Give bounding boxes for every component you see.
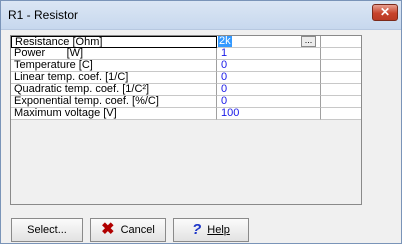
property-name: Quadratic temp. coef. [1/C²] bbox=[11, 84, 217, 96]
property-row-maximum-voltage[interactable]: Maximum voltage [V] 100 bbox=[11, 108, 361, 120]
property-extra-cell bbox=[321, 108, 361, 120]
close-button[interactable]: ✕ bbox=[372, 4, 398, 21]
select-button-label: Select... bbox=[27, 224, 67, 236]
property-name: Resistance [Ohm] bbox=[11, 36, 217, 48]
property-extra-cell bbox=[321, 48, 361, 60]
property-value[interactable]: 2k ... bbox=[217, 36, 321, 48]
property-value[interactable]: 100 bbox=[217, 108, 321, 120]
help-button-label: Help bbox=[207, 224, 230, 236]
property-value[interactable]: 1 bbox=[217, 48, 321, 60]
resistance-value-input[interactable]: 2k bbox=[218, 36, 232, 47]
property-row-temperature[interactable]: Temperature [C] 0 bbox=[11, 60, 361, 72]
property-grid: Resistance [Ohm] 2k ... Power [W] 1 Temp… bbox=[10, 35, 362, 205]
property-name: Power [W] bbox=[11, 48, 217, 60]
property-extra-cell bbox=[321, 84, 361, 96]
resistor-dialog: R1 - Resistor ✕ Resistance [Ohm] 2k ... … bbox=[0, 0, 402, 244]
property-row-quadratic-temp-coef[interactable]: Quadratic temp. coef. [1/C²] 0 bbox=[11, 84, 361, 96]
property-row-exponential-temp-coef[interactable]: Exponential temp. coef. [%/C] 0 bbox=[11, 96, 361, 108]
property-value[interactable]: 0 bbox=[217, 60, 321, 72]
close-icon: ✕ bbox=[379, 5, 391, 19]
property-value[interactable]: 0 bbox=[217, 84, 321, 96]
ellipsis-button[interactable]: ... bbox=[301, 36, 316, 47]
property-row-linear-temp-coef[interactable]: Linear temp. coef. [1/C] 0 bbox=[11, 72, 361, 84]
cancel-button[interactable]: ✖ Cancel bbox=[90, 218, 166, 242]
property-extra-cell bbox=[321, 60, 361, 72]
property-name: Exponential temp. coef. [%/C] bbox=[11, 96, 217, 108]
help-button[interactable]: ? Help bbox=[173, 218, 249, 242]
property-name: Linear temp. coef. [1/C] bbox=[11, 72, 217, 84]
property-name: Temperature [C] bbox=[11, 60, 217, 72]
property-extra-cell bbox=[321, 96, 361, 108]
property-extra-cell bbox=[321, 36, 361, 48]
cancel-button-label: Cancel bbox=[120, 224, 155, 236]
question-mark-icon: ? bbox=[192, 221, 202, 239]
property-value[interactable]: 0 bbox=[217, 72, 321, 84]
title-bar: R1 - Resistor ✕ bbox=[1, 1, 401, 30]
window-title: R1 - Resistor bbox=[8, 8, 79, 22]
property-extra-cell bbox=[321, 72, 361, 84]
property-row-power[interactable]: Power [W] 1 bbox=[11, 48, 361, 60]
property-row-resistance[interactable]: Resistance [Ohm] 2k ... bbox=[11, 36, 361, 48]
select-button[interactable]: Select... bbox=[11, 218, 83, 242]
x-icon: ✖ bbox=[101, 221, 115, 239]
property-name: Maximum voltage [V] bbox=[11, 108, 217, 120]
